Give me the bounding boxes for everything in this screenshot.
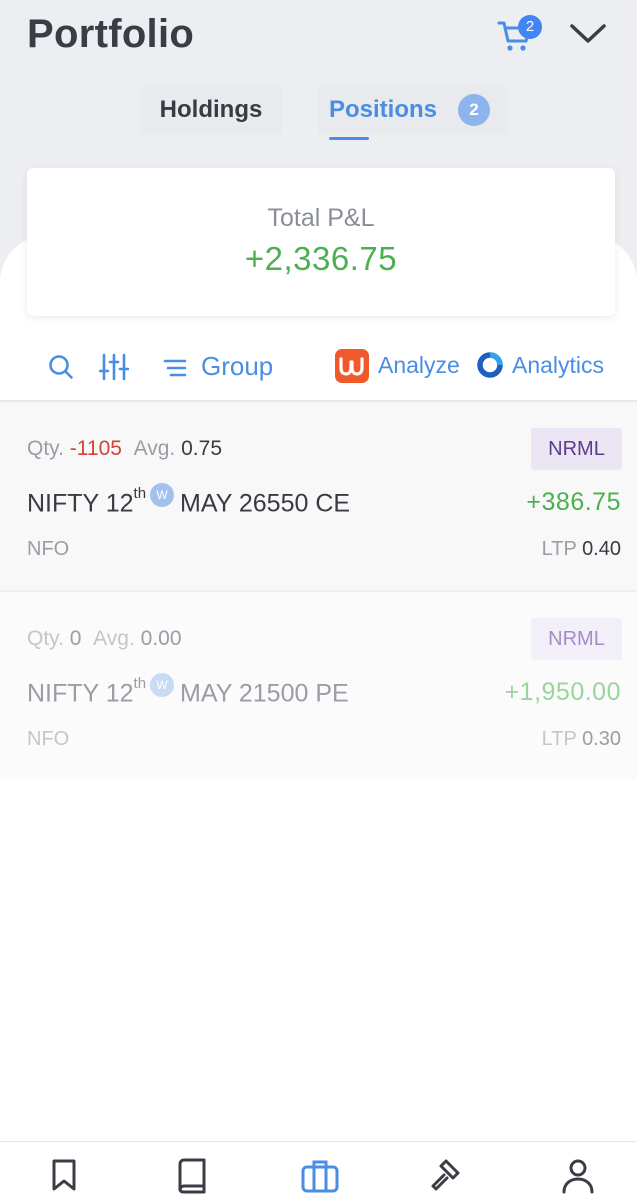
- filter-sliders-icon[interactable]: [99, 352, 129, 382]
- bottom-navigation: [0, 1141, 637, 1199]
- date-suffix: th: [133, 675, 147, 692]
- product-type-badge: NRML: [531, 428, 622, 470]
- position-row[interactable]: Qty. 0 Avg. 0.00 NRML NIFTY 12th W MAY 215…: [0, 592, 637, 780]
- profile-icon[interactable]: [561, 1158, 595, 1194]
- ltp-info: LTP 0.30: [542, 728, 621, 751]
- symbol-expiry: MAY 21500 PE: [180, 679, 349, 708]
- qty-value: 0: [69, 627, 82, 650]
- ltp-label: LTP: [541, 728, 577, 750]
- ltp-label: LTP: [541, 538, 577, 560]
- avg-label: Avg.: [93, 627, 135, 650]
- account-switch-button[interactable]: [568, 17, 608, 51]
- ltp-info: LTP 0.40: [542, 538, 621, 561]
- bookmark-icon[interactable]: [49, 1158, 79, 1192]
- weekly-expiry-badge: W: [150, 673, 175, 697]
- page-title: Portfolio: [27, 12, 195, 56]
- position-pnl: +386.75: [526, 488, 621, 516]
- group-lines-icon[interactable]: [162, 356, 188, 380]
- active-tab-indicator: [329, 137, 369, 140]
- tab-holdings[interactable]: Holdings: [140, 85, 282, 135]
- analyze-button[interactable]: Analyze: [378, 352, 460, 379]
- positions-toolbar: Group Analyze Analytics: [0, 340, 637, 400]
- product-type-badge: NRML: [531, 618, 622, 660]
- position-pnl: +1,950.00: [504, 678, 621, 706]
- cart-count-badge: 2: [518, 15, 542, 39]
- position-qty-avg: Qty. -1105 Avg. 0.75: [27, 437, 222, 461]
- weekly-expiry-badge: W: [150, 483, 175, 507]
- bids-gavel-icon[interactable]: [429, 1158, 467, 1194]
- instrument-symbol: NIFTY 12th W MAY 26550 CE: [27, 483, 351, 518]
- chevron-down-icon: [570, 24, 606, 43]
- avg-value: 0.75: [181, 437, 222, 460]
- exchange-label: NFO: [27, 538, 70, 560]
- ltp-value: 0.30: [582, 728, 621, 750]
- position-row[interactable]: Qty. -1105 Avg. 0.75 NRML NIFTY 12th W MAY…: [0, 402, 637, 590]
- analytics-button[interactable]: Analytics: [512, 352, 604, 379]
- avg-label: Avg.: [133, 437, 176, 460]
- tab-positions-label: Positions: [329, 96, 438, 123]
- search-icon[interactable]: [47, 353, 75, 381]
- symbol-expiry: MAY 26550 CE: [180, 489, 351, 518]
- exchange-label: NFO: [27, 728, 70, 750]
- qty-value: -1105: [69, 437, 122, 460]
- total-pnl-value: +2,336.75: [244, 240, 398, 277]
- cart-button[interactable]: 2: [496, 10, 548, 56]
- avg-value: 0.00: [140, 627, 182, 650]
- instrument-symbol: NIFTY 12th W MAY 21500 PE: [27, 673, 349, 708]
- total-pnl-card: Total P&L +2,336.75: [27, 168, 615, 316]
- positions-count-badge: 2: [458, 94, 490, 126]
- analyze-logo-icon[interactable]: [335, 349, 369, 383]
- group-button[interactable]: Group: [201, 351, 273, 382]
- date-suffix: th: [133, 485, 147, 502]
- tab-holdings-label: Holdings: [159, 96, 263, 123]
- qty-label: Qty.: [27, 437, 64, 460]
- orderbook-icon[interactable]: [176, 1158, 208, 1194]
- ltp-value: 0.40: [582, 538, 621, 560]
- tab-positions[interactable]: Positions 2: [318, 85, 508, 135]
- position-qty-avg: Qty. 0 Avg. 0.00: [27, 627, 182, 651]
- symbol-name: NIFTY 12: [27, 679, 134, 708]
- total-pnl-label: Total P&L: [267, 204, 375, 232]
- portfolio-icon[interactable]: [301, 1158, 339, 1194]
- analytics-logo-icon[interactable]: [477, 352, 503, 378]
- qty-label: Qty.: [27, 627, 64, 650]
- symbol-name: NIFTY 12: [27, 489, 134, 518]
